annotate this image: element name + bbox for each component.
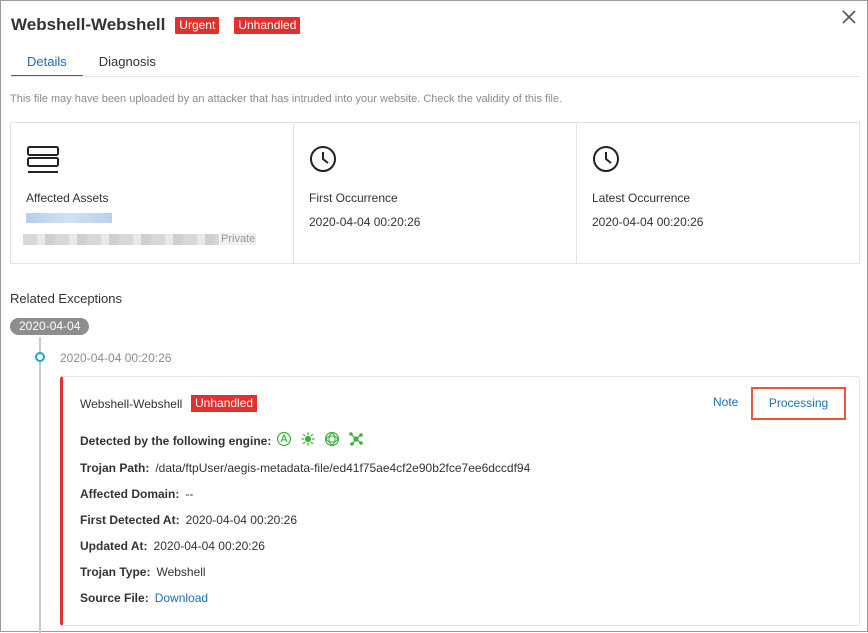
note-link[interactable]: Note — [713, 395, 738, 409]
trojan-type-value: Webshell — [156, 565, 206, 579]
tab-bar: Details Diagnosis — [11, 51, 172, 77]
panel-header: Webshell-Webshell Urgent Unhandled — [11, 13, 315, 37]
updated-at-value: 2020-04-04 00:20:26 — [153, 539, 265, 553]
engine-row: Detected by the following engine: — [80, 431, 364, 450]
latest-occurrence-card: Latest Occurrence 2020-04-04 00:20:26 — [577, 123, 859, 263]
exception-event-card: Webshell-Webshell Unhandled Note Process… — [60, 376, 860, 626]
close-icon[interactable] — [841, 9, 857, 25]
status-badge: Unhandled — [234, 16, 301, 34]
engine-network-icon — [348, 432, 363, 446]
first-occurrence-card: First Occurrence 2020-04-04 00:20:26 — [294, 123, 577, 263]
timeline-time: 2020-04-04 00:20:26 — [60, 351, 172, 365]
notice-text: This file may have been uploaded by an a… — [10, 93, 563, 105]
clock-icon — [593, 146, 619, 172]
timeline-line — [39, 337, 41, 633]
affected-domain-value: -- — [185, 487, 194, 501]
affected-assets-card: Affected Assets Private — [11, 123, 294, 263]
trojan-type-label: Trojan Type: — [80, 565, 151, 579]
redacted-asset-ip — [23, 234, 219, 245]
redacted-asset-name — [26, 213, 112, 223]
first-detected-row: First Detected At: 2020-04-04 00:20:26 — [80, 513, 297, 527]
alert-title: Webshell-Webshell — [11, 15, 166, 34]
updated-at-row: Updated At: 2020-04-04 00:20:26 — [80, 539, 265, 553]
first-detected-label: First Detected At: — [80, 513, 180, 527]
engine-ai-icon — [324, 431, 339, 447]
download-link[interactable]: Download — [155, 591, 208, 605]
latest-occurrence-value: 2020-04-04 00:20:26 — [592, 215, 704, 229]
timeline-dot — [35, 352, 45, 362]
alert-detail-panel: Webshell-Webshell Urgent Unhandled Detai… — [0, 0, 868, 633]
event-status-badge: Unhandled — [191, 395, 258, 412]
tab-details[interactable]: Details — [11, 51, 83, 77]
summary-cards: Affected Assets Private First Occurrence… — [10, 122, 860, 264]
clock-icon — [310, 146, 336, 172]
affected-assets-label: Affected Assets — [26, 191, 109, 205]
server-icon — [27, 146, 59, 173]
source-file-label: Source File: — [80, 591, 149, 605]
first-occurrence-label: First Occurrence — [309, 191, 398, 205]
tab-diagnosis[interactable]: Diagnosis — [83, 51, 172, 77]
affected-domain-row: Affected Domain: -- — [80, 487, 193, 501]
trojan-path-label: Trojan Path: — [80, 461, 150, 475]
engine-a-icon — [276, 431, 291, 447]
affected-domain-label: Affected Domain: — [80, 487, 180, 501]
date-group-pill: 2020-04-04 — [10, 318, 90, 335]
engine-icons — [276, 431, 364, 447]
first-occurrence-value: 2020-04-04 00:20:26 — [309, 215, 421, 229]
related-exceptions-title: Related Exceptions — [10, 291, 123, 306]
processing-button[interactable]: Processing — [751, 387, 846, 420]
event-title: Webshell-Webshell — [80, 397, 183, 411]
engine-label: Detected by the following engine: — [80, 434, 272, 449]
severity-badge: Urgent — [175, 16, 220, 34]
tab-divider — [11, 76, 861, 77]
trojan-path-value: /data/ftpUser/aegis-metadata-file/ed41f7… — [155, 461, 531, 475]
engine-virus-icon — [301, 432, 315, 446]
latest-occurrence-label: Latest Occurrence — [592, 191, 691, 205]
first-detected-value: 2020-04-04 00:20:26 — [185, 513, 298, 527]
updated-at-label: Updated At: — [80, 539, 148, 553]
private-ip-tag: Private — [220, 233, 257, 245]
trojan-path-row: Trojan Path: /data/ftpUser/aegis-metadata… — [80, 461, 530, 475]
source-file-row: Source File: Download — [80, 591, 208, 605]
trojan-type-row: Trojan Type: Webshell — [80, 565, 206, 579]
